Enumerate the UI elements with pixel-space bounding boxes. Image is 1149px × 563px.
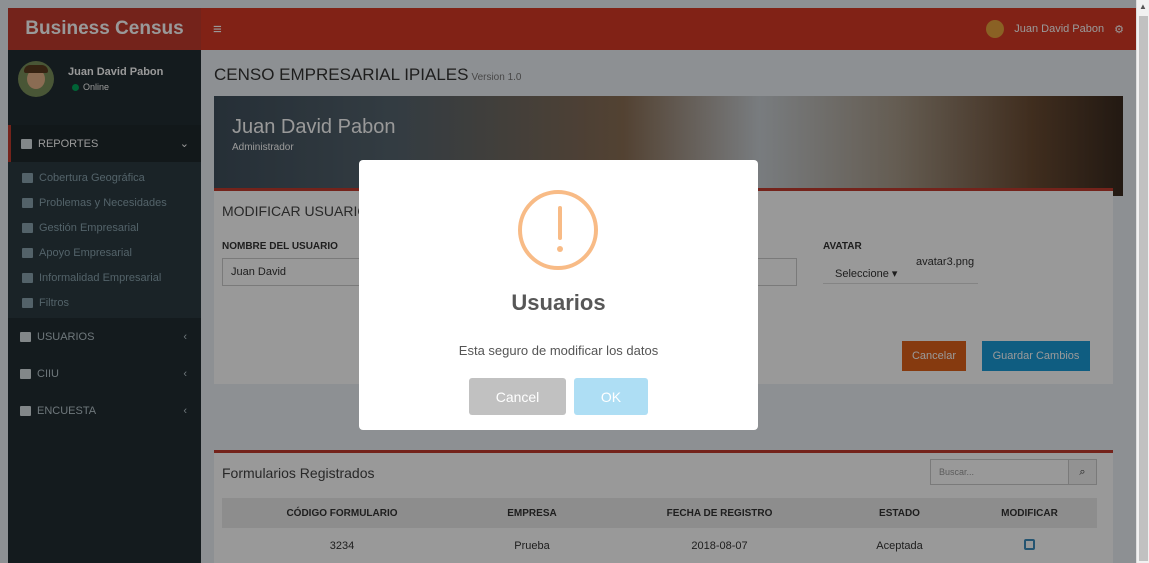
dialog-message: Esta seguro de modificar los datos [458,343,659,358]
scrollbar-thumb[interactable] [1139,16,1148,561]
dialog-cancel-button[interactable]: Cancel [469,378,566,415]
scrollbar[interactable]: ▲ [1136,0,1149,563]
warning-icon [518,190,598,270]
dialog-title: Usuarios [511,290,606,315]
dialog-ok-button[interactable]: OK [574,378,648,415]
confirm-dialog: Usuarios Esta seguro de modificar los da… [359,160,758,430]
scroll-up-icon[interactable]: ▲ [1139,2,1147,11]
